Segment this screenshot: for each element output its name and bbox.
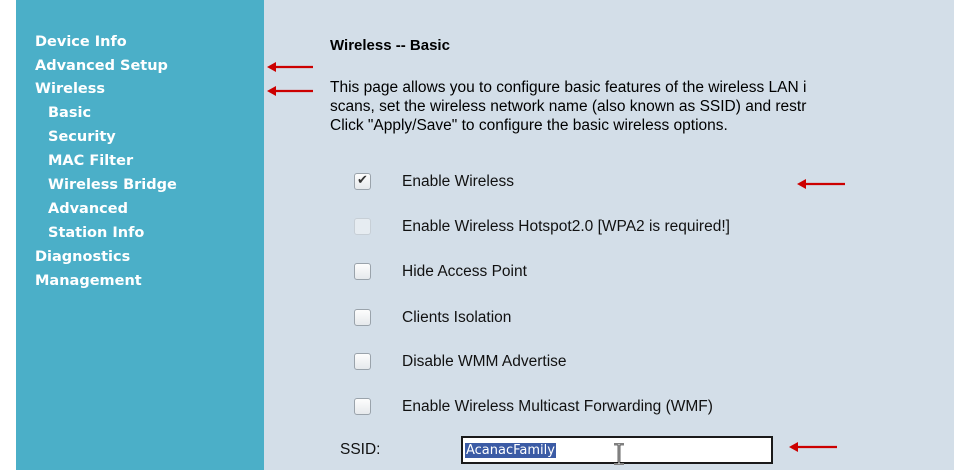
hide-access-point-label: Hide Access Point (402, 263, 527, 280)
sidebar-item-security[interactable]: Security (48, 128, 116, 146)
sidebar-item-wireless-bridge[interactable]: Wireless Bridge (48, 176, 177, 194)
sidebar-item-station-info[interactable]: Station Info (48, 224, 144, 242)
enable-wireless-label: Enable Wireless (402, 173, 514, 190)
sidebar-item-advanced-setup[interactable]: Advanced Setup (35, 57, 168, 75)
sidebar-item-mac-filter[interactable]: MAC Filter (48, 152, 133, 170)
hide-access-point-checkbox[interactable] (354, 263, 371, 280)
page-description: This page allows you to configure basic … (330, 78, 954, 135)
sidebar-item-advanced[interactable]: Advanced (48, 200, 128, 218)
clients-isolation-label: Clients Isolation (402, 309, 512, 326)
enable-hotspot-checkbox (354, 218, 371, 235)
enable-wmf-checkbox[interactable] (354, 398, 371, 415)
arrow-enable-wireless (797, 179, 845, 189)
description-line: This page allows you to configure basic … (330, 79, 807, 96)
description-line: Click "Apply/Save" to configure the basi… (330, 117, 728, 134)
ssid-selected-text: AcanacFamily (465, 443, 556, 458)
disable-wmm-label: Disable WMM Advertise (402, 353, 567, 370)
ssid-label: SSID: (340, 441, 381, 458)
sidebar-item-device-info[interactable]: Device Info (35, 33, 127, 51)
arrow-ssid (789, 442, 837, 452)
arrow-wireless (267, 86, 313, 96)
main-content: Wireless -- Basic This page allows you t… (264, 0, 954, 470)
text-cursor-icon (614, 443, 624, 465)
clients-isolation-checkbox[interactable] (354, 309, 371, 326)
sidebar-item-diagnostics[interactable]: Diagnostics (35, 248, 130, 266)
enable-wmf-label: Enable Wireless Multicast Forwarding (WM… (402, 398, 713, 415)
sidebar-item-management[interactable]: Management (35, 272, 142, 290)
arrow-advanced-setup (267, 62, 313, 72)
sidebar-item-basic[interactable]: Basic (48, 104, 91, 122)
enable-wireless-checkbox[interactable] (354, 173, 371, 190)
sidebar-nav: Device Info Advanced Setup Wireless Basi… (16, 0, 264, 470)
description-line: scans, set the wireless network name (al… (330, 98, 807, 115)
page-title: Wireless -- Basic (330, 37, 450, 54)
disable-wmm-checkbox[interactable] (354, 353, 371, 370)
sidebar-item-wireless[interactable]: Wireless (35, 80, 105, 98)
page-left-margin (0, 0, 16, 470)
enable-hotspot-label: Enable Wireless Hotspot2.0 [WPA2 is requ… (402, 218, 730, 235)
